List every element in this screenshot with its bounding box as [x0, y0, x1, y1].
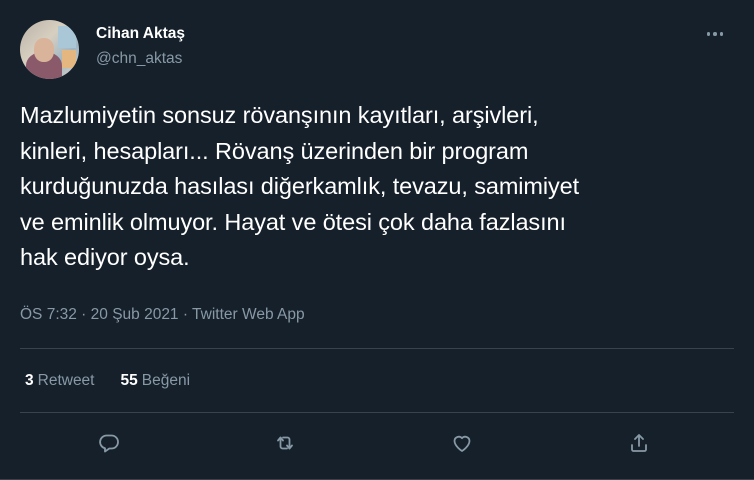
like-label: Beğeni [141, 372, 191, 389]
more-horizontal-icon [706, 32, 711, 36]
tweet-card: Cihan Aktaş @chn_aktas Mazlumiyetin sons… [0, 0, 754, 480]
divider [20, 412, 734, 413]
more-options-button[interactable] [700, 24, 730, 44]
tweet-text: Mazlumiyetin sonsuz rövanşının kayıtları… [20, 98, 730, 276]
tweet-timestamp[interactable]: ÖS 7:32 · 20 Şub 2021 · Twitter Web App [20, 306, 305, 324]
heart-icon [453, 435, 471, 452]
more-horizontal-icon [719, 32, 724, 36]
more-horizontal-icon [713, 32, 717, 36]
tweet-text-line: kurduğunuzda hasılası diğerkamlık, tevaz… [20, 173, 580, 199]
reply-button[interactable] [94, 428, 124, 458]
retweet-button[interactable] [270, 428, 300, 458]
like-count: 55 [120, 372, 138, 389]
retweet-icon [277, 436, 293, 450]
tweet-actions [0, 428, 754, 458]
like-count-link[interactable]: 55 Beğeni [121, 372, 191, 390]
author-handle[interactable]: @chn_aktas [96, 50, 182, 68]
avatar-background-panel [62, 50, 76, 68]
retweet-count: 3 [25, 372, 34, 389]
avatar[interactable] [20, 20, 79, 79]
like-button[interactable] [447, 428, 477, 458]
author-name[interactable]: Cihan Aktaş [96, 25, 185, 43]
retweet-count-link[interactable]: 3 Retweet [25, 372, 95, 390]
tweet-text-line: Mazlumiyetin sonsuz rövanşının kayıtları… [20, 102, 539, 128]
tweet-stats: 3 Retweet 55 Beğeni [25, 372, 190, 390]
avatar-face [34, 38, 54, 62]
share-icon [631, 434, 647, 452]
retweet-label: Retweet [37, 372, 95, 389]
reply-icon [99, 434, 119, 453]
avatar-background-panel [58, 26, 76, 48]
tweet-text-line: ve eminlik olmuyor. Hayat ve ötesi çok d… [20, 208, 566, 235]
tweet-text-line: hak ediyor oysa. [20, 244, 190, 270]
divider [20, 348, 734, 349]
share-button[interactable] [624, 428, 654, 458]
tweet-text-line: kinleri, hesapları... Rövanş üzerinden b… [20, 137, 529, 164]
